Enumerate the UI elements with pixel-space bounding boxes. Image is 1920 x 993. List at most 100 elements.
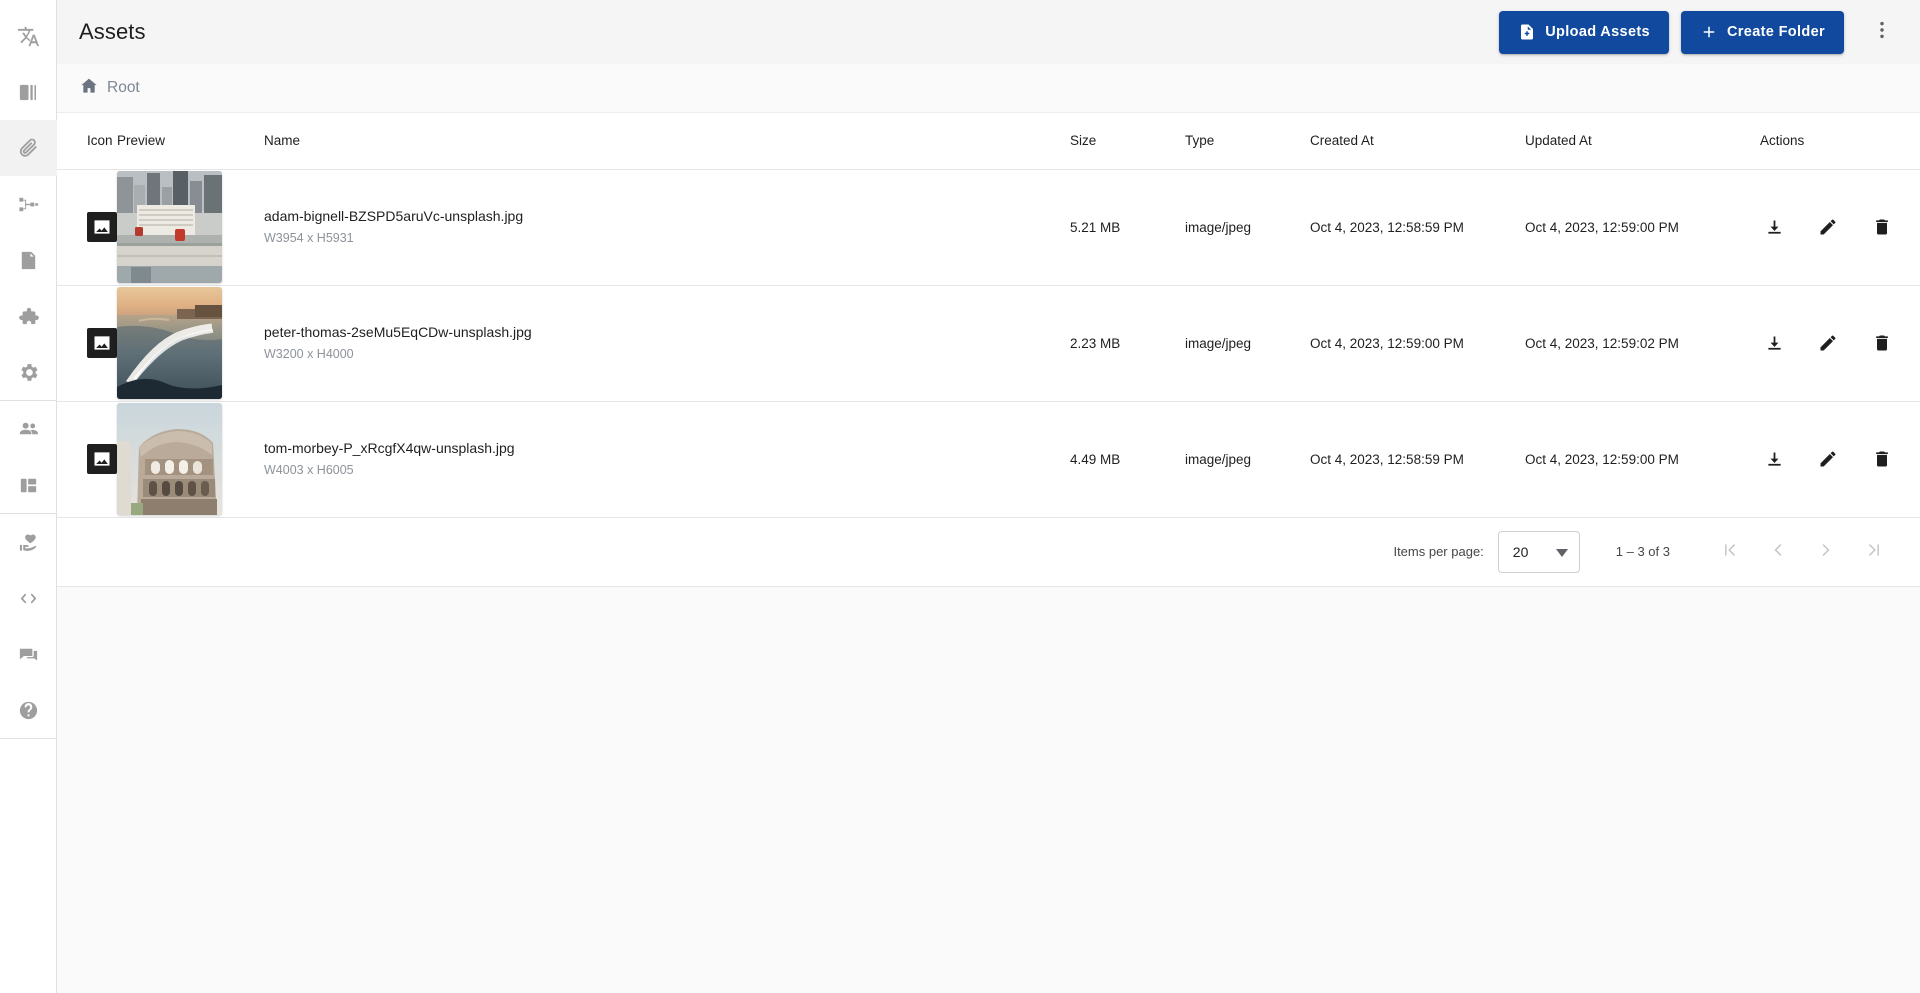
cell-actions [1745, 285, 1920, 401]
table-body: adam-bignell-BZSPD5aruVc-unsplash.jpg W3… [57, 169, 1920, 517]
cell-name: tom-morbey-P_xRcgfX4qw-unsplash.jpg W400… [247, 401, 1070, 517]
delete-icon[interactable] [1868, 213, 1896, 241]
cell-size: 2.23 MB [1070, 285, 1185, 401]
prev-page-icon [1768, 540, 1788, 563]
code-brackets-icon [17, 587, 40, 610]
asset-dimensions: W3954 x H5931 [264, 229, 1070, 248]
heart-hand-icon [17, 531, 40, 554]
table-header: Icon Preview Name Size Type Created At U… [57, 113, 1920, 169]
next-page-button[interactable] [1802, 528, 1850, 576]
upload-file-icon [1518, 23, 1536, 41]
upload-assets-label: Upload Assets [1545, 24, 1650, 40]
table-row[interactable]: peter-thomas-2seMu5EqCDw-unsplash.jpg W3… [57, 285, 1920, 401]
cell-created-at: Oct 4, 2023, 12:58:59 PM [1310, 169, 1525, 285]
create-folder-label: Create Folder [1727, 24, 1825, 40]
colosseum-thumbnail[interactable] [117, 403, 222, 515]
sidebar-item-schema[interactable] [0, 176, 57, 232]
paperclip-icon [17, 137, 40, 160]
next-page-icon [1816, 540, 1836, 563]
sidebar-item-dashboard[interactable] [0, 457, 57, 513]
column-header-preview[interactable]: Preview [117, 113, 247, 169]
sidebar-item-help[interactable] [0, 682, 57, 738]
first-page-button[interactable] [1706, 528, 1754, 576]
cell-name: peter-thomas-2seMu5EqCDw-unsplash.jpg W3… [247, 285, 1070, 401]
column-header-icon[interactable]: Icon [57, 113, 117, 169]
cell-created-at: Oct 4, 2023, 12:58:59 PM [1310, 401, 1525, 517]
chevron-down-icon [1556, 544, 1568, 560]
column-header-size[interactable]: Size [1070, 113, 1185, 169]
breadcrumb-item-root[interactable]: Root [79, 76, 140, 101]
cell-preview[interactable] [117, 285, 247, 401]
sidebar-item-settings[interactable] [0, 344, 57, 400]
city-street-thumbnail[interactable] [117, 171, 222, 283]
cell-name: adam-bignell-BZSPD5aruVc-unsplash.jpg W3… [247, 169, 1070, 285]
cell-type: image/jpeg [1185, 401, 1310, 517]
column-header-actions: Actions [1745, 113, 1920, 169]
schema-tree-icon [17, 193, 40, 216]
people-icon [17, 418, 40, 441]
gear-icon [17, 361, 40, 384]
cell-updated-at: Oct 4, 2023, 12:59:00 PM [1525, 401, 1745, 517]
kebab-menu-icon [1871, 19, 1893, 46]
ocean-wave-thumbnail[interactable] [117, 287, 222, 399]
column-header-updated-at[interactable]: Updated At [1525, 113, 1745, 169]
table-header-row: Icon Preview Name Size Type Created At U… [57, 113, 1920, 169]
sidebar-item-messages[interactable] [0, 626, 57, 682]
help-circle-icon [17, 699, 40, 722]
sidebar-item-pages[interactable] [0, 64, 57, 120]
cell-actions [1745, 401, 1920, 517]
cell-preview[interactable] [117, 169, 247, 285]
upload-assets-button[interactable]: Upload Assets [1499, 11, 1669, 54]
sidebar-item-users[interactable] [0, 401, 57, 457]
pages-icon [17, 81, 40, 104]
breadcrumb-root-label: Root [107, 79, 140, 97]
cell-icon [57, 169, 117, 285]
download-icon[interactable] [1760, 445, 1788, 473]
translate-icon [17, 25, 40, 48]
table-row[interactable]: adam-bignell-BZSPD5aruVc-unsplash.jpg W3… [57, 169, 1920, 285]
cell-preview[interactable] [117, 401, 247, 517]
column-header-created-at[interactable]: Created At [1310, 113, 1525, 169]
column-header-type[interactable]: Type [1185, 113, 1310, 169]
items-per-page-value: 20 [1513, 544, 1529, 560]
cell-type: image/jpeg [1185, 285, 1310, 401]
create-folder-button[interactable]: Create Folder [1681, 11, 1844, 54]
page-title: Assets [79, 19, 146, 45]
table-row[interactable]: tom-morbey-P_xRcgfX4qw-unsplash.jpg W400… [57, 401, 1920, 517]
chat-icon [17, 643, 40, 666]
document-check-icon [17, 249, 40, 272]
delete-icon[interactable] [1868, 445, 1896, 473]
sidebar-item-developer[interactable] [0, 570, 57, 626]
content-background [57, 587, 1920, 993]
last-page-button[interactable] [1850, 528, 1898, 576]
asset-name: adam-bignell-BZSPD5aruVc-unsplash.jpg [264, 206, 1070, 227]
page-range-label: 1 – 3 of 3 [1616, 544, 1670, 559]
cell-created-at: Oct 4, 2023, 12:59:00 PM [1310, 285, 1525, 401]
download-icon[interactable] [1760, 329, 1788, 357]
edit-icon[interactable] [1814, 329, 1842, 357]
sidebar-item-extensions[interactable] [0, 288, 57, 344]
sidebar-item-translate[interactable] [0, 8, 57, 64]
cell-updated-at: Oct 4, 2023, 12:59:02 PM [1525, 285, 1745, 401]
sidebar-separator [0, 738, 57, 739]
asset-name: tom-morbey-P_xRcgfX4qw-unsplash.jpg [264, 438, 1070, 459]
edit-icon[interactable] [1814, 213, 1842, 241]
image-icon [87, 212, 117, 242]
sidebar-item-assets[interactable] [0, 120, 57, 176]
column-header-name[interactable]: Name [247, 113, 1070, 169]
delete-icon[interactable] [1868, 329, 1896, 357]
more-options-button[interactable] [1862, 12, 1902, 52]
asset-dimensions: W3200 x H4000 [264, 345, 1070, 364]
prev-page-button[interactable] [1754, 528, 1802, 576]
download-icon[interactable] [1760, 213, 1788, 241]
items-per-page-select[interactable]: 20 [1498, 531, 1580, 573]
edit-icon[interactable] [1814, 445, 1842, 473]
sidebar-item-forms[interactable] [0, 232, 57, 288]
home-icon [79, 76, 99, 101]
sidebar-item-donations[interactable] [0, 514, 57, 570]
cell-size: 4.49 MB [1070, 401, 1185, 517]
paginator: Items per page: 20 1 – 3 of 3 [57, 518, 1920, 586]
cell-icon [57, 401, 117, 517]
first-page-icon [1720, 540, 1740, 563]
asset-name: peter-thomas-2seMu5EqCDw-unsplash.jpg [264, 322, 1070, 343]
